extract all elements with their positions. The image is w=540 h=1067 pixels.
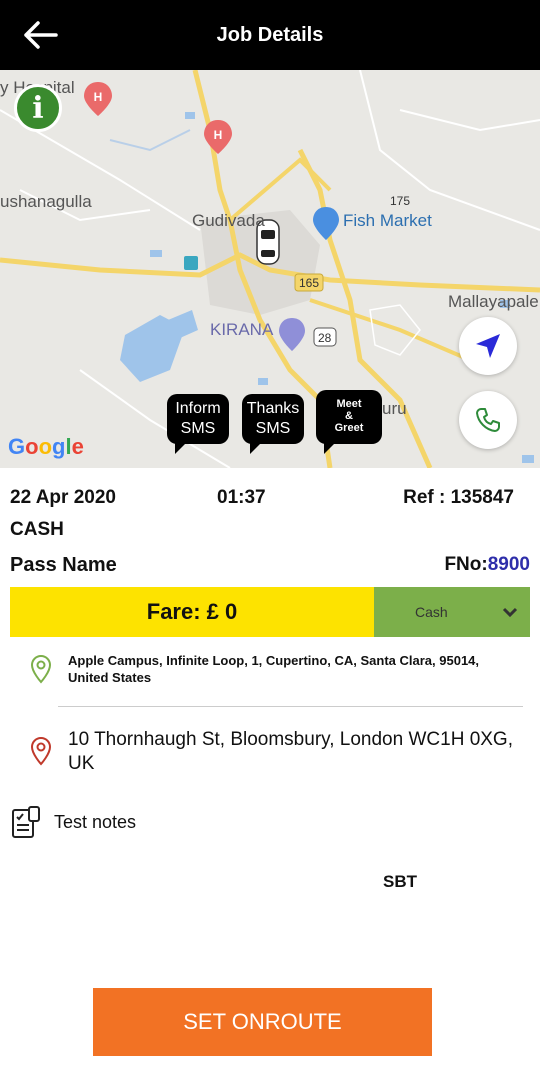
map-label-uru: uru xyxy=(382,399,407,418)
google-logo: Google xyxy=(8,434,84,459)
passenger-name: Pass Name xyxy=(10,554,117,576)
flight-number-label: FNo: xyxy=(444,554,488,575)
svg-text:H: H xyxy=(94,90,103,104)
map-label-road-165: 165 xyxy=(299,276,320,290)
fare-display: Fare: £ 0 xyxy=(10,587,374,637)
top-app-bar: Job Details xyxy=(0,0,540,70)
vehicle-type: SBT xyxy=(383,872,417,891)
address-divider xyxy=(58,706,523,707)
payment-method-dropdown[interactable]: Cash xyxy=(374,587,530,637)
map-view[interactable]: H H y Hospital ushanagulla Gudivada Fish… xyxy=(0,70,540,468)
job-date: 22 Apr 2020 xyxy=(10,487,116,508)
map-label-fish-market: Fish Market xyxy=(343,211,432,230)
map-label-road-28: 28 xyxy=(318,331,332,345)
navigate-button[interactable] xyxy=(459,317,517,375)
pickup-pin-icon xyxy=(30,654,52,684)
inform-sms-button[interactable]: Inform SMS xyxy=(167,394,229,454)
info-icon: i xyxy=(32,91,44,126)
inform-sms-line1: Inform xyxy=(175,400,221,417)
meet-greet-line1: Meet xyxy=(336,398,362,410)
job-time: 01:37 xyxy=(217,487,266,508)
meet-greet-button[interactable]: Meet & Greet xyxy=(316,390,382,454)
chevron-down-icon xyxy=(502,607,518,618)
dropoff-pin-icon xyxy=(30,736,52,766)
payment-type: CASH xyxy=(10,519,64,540)
notes-icon xyxy=(12,806,40,838)
thanks-sms-button[interactable]: Thanks SMS xyxy=(242,394,304,454)
map-label-town-left: ushanagulla xyxy=(0,192,92,211)
set-onroute-button[interactable]: SET ONROUTE xyxy=(93,988,432,1056)
map-label-road-175: 175 xyxy=(390,194,411,208)
map-label-kirana: KIRANA xyxy=(210,320,274,339)
job-notes: Test notes xyxy=(54,812,137,832)
thanks-sms-line1: Thanks xyxy=(246,400,300,417)
navigation-arrow-icon xyxy=(476,334,500,358)
call-button[interactable] xyxy=(459,391,517,449)
pickup-address: Apple Campus, Infinite Loop, 1, Cupertin… xyxy=(68,653,480,685)
job-reference: Ref : 135847 xyxy=(403,487,514,508)
flight-number-value: 8900 xyxy=(487,554,530,575)
map-label-town-right: Mallayapale xyxy=(448,292,539,311)
thanks-sms-line2: SMS xyxy=(255,420,291,437)
svg-text:H: H xyxy=(214,128,223,142)
meet-greet-line3: Greet xyxy=(334,422,364,434)
info-button[interactable]: i xyxy=(14,84,62,132)
flight-number: FNo:8900 xyxy=(444,554,530,576)
meet-greet-line2: & xyxy=(345,410,353,422)
job-summary-row: 22 Apr 2020 01:37 Ref : 135847 xyxy=(10,487,530,511)
phone-icon xyxy=(476,408,500,432)
inform-sms-line2: SMS xyxy=(180,420,216,437)
map-label-town-center: Gudivada xyxy=(192,211,265,230)
page-title: Job Details xyxy=(216,24,324,46)
dropoff-address: 10 Thornhaugh St, Bloomsbury, London WC1… xyxy=(68,729,513,774)
payment-method-value: Cash xyxy=(415,604,448,620)
